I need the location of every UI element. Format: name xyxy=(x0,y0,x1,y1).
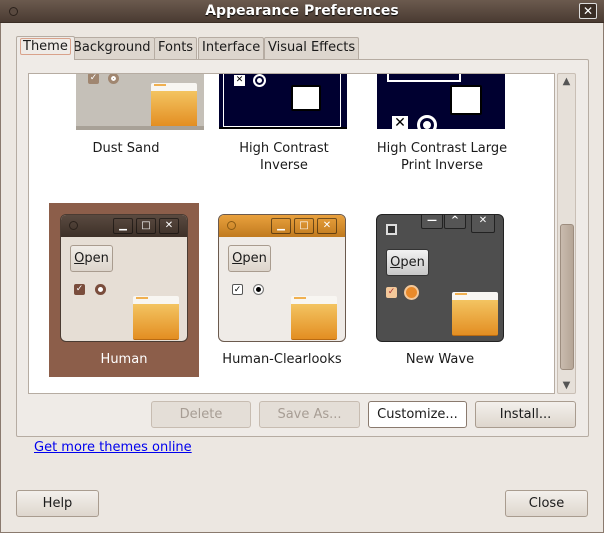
close-icon: ✕ xyxy=(471,215,495,233)
preview-titlebar: ▁ □ ✕ xyxy=(219,215,345,237)
theme-preview: — ^ ✕ Open ✓ xyxy=(376,214,504,342)
theme-item-dust-sand[interactable]: ✓ Dust Sand xyxy=(51,73,204,174)
theme-list-scrollbar[interactable]: ▲ ▼ xyxy=(557,73,576,394)
more-themes-link[interactable]: Get more themes online xyxy=(34,440,192,455)
radio-icon xyxy=(108,74,119,84)
scroll-down-icon[interactable]: ▼ xyxy=(558,380,575,391)
folder-icon xyxy=(151,83,197,126)
theme-name: Dust Sand xyxy=(92,141,160,156)
theme-preview: ✕ xyxy=(219,74,347,129)
window-menu-icon xyxy=(386,224,397,235)
minimize-icon: ▁ xyxy=(271,218,291,234)
radio-icon xyxy=(253,74,266,87)
tab-theme[interactable]: Theme xyxy=(16,36,75,60)
theme-item-human[interactable]: ▁ □ ✕ Open ✓ Human xyxy=(49,203,199,377)
theme-item-high-contrast-large-print-inverse[interactable]: ✕ High Contrast Large Print Inverse xyxy=(367,74,517,174)
minimize-icon: ▁ xyxy=(113,218,133,234)
tab-visual-effects[interactable]: Visual Effects xyxy=(264,37,360,59)
radio-icon xyxy=(95,284,106,295)
folder-icon xyxy=(133,296,179,340)
checkbox-icon: ✓ xyxy=(74,284,85,295)
theme-item-high-contrast-inverse[interactable]: ✕ High Contrast Inverse xyxy=(209,74,359,174)
open-mnemonic: O xyxy=(390,255,401,270)
preview-titlebar: ▁ □ ✕ xyxy=(61,215,187,237)
folder-icon xyxy=(291,296,337,340)
theme-name: High Contrast Large Print Inverse xyxy=(376,141,508,173)
open-label: Open xyxy=(232,251,267,266)
checkbox-icon: ✕ xyxy=(392,116,408,129)
title-bar: Appearance Preferences ✕ xyxy=(0,0,604,23)
delete-button[interactable]: Delete xyxy=(151,401,251,428)
preview-open-button: Open xyxy=(228,245,271,272)
radio-icon xyxy=(417,115,437,129)
tab-interface[interactable]: Interface xyxy=(198,37,265,59)
theme-list[interactable]: ✓ Dust Sand ✕ High Contrast Inverse ✕ Hig… xyxy=(28,73,555,394)
close-icon: ✕ xyxy=(317,218,337,234)
checkbox-icon: ✕ xyxy=(234,75,245,86)
theme-preview: ✕ xyxy=(377,74,505,129)
folder-icon xyxy=(452,292,498,336)
window-menu-icon xyxy=(227,221,236,230)
theme-preview: ✓ xyxy=(76,73,204,130)
radio-icon xyxy=(253,284,264,295)
preview-open-button xyxy=(387,74,461,82)
tab-fonts[interactable]: Fonts xyxy=(154,37,198,59)
tab-background[interactable]: Background xyxy=(69,37,155,59)
close-icon: ✕ xyxy=(159,218,179,234)
close-button[interactable]: Close xyxy=(505,490,588,517)
minimize-icon: — xyxy=(421,215,443,229)
tab-label: Theme xyxy=(20,38,71,55)
open-label: Open xyxy=(74,251,109,266)
theme-name: New Wave xyxy=(405,352,475,367)
window-title: Appearance Preferences xyxy=(205,3,399,19)
close-window-button[interactable]: ✕ xyxy=(579,3,597,19)
maximize-icon: □ xyxy=(136,218,156,234)
save-as-button[interactable]: Save As... xyxy=(259,401,360,428)
scroll-up-icon[interactable]: ▲ xyxy=(558,76,575,87)
folder-icon xyxy=(450,85,482,115)
checkbox-icon: ✓ xyxy=(88,73,99,84)
open-label-rest: pen xyxy=(400,255,425,270)
theme-name: Human xyxy=(100,352,148,367)
theme-item-new-wave[interactable]: — ^ ✕ Open ✓ New Wave xyxy=(365,203,515,377)
maximize-icon: ^ xyxy=(444,215,466,229)
preview-open-button: Open xyxy=(70,245,113,272)
window-menu-icon xyxy=(69,221,78,230)
checkbox-icon: ✓ xyxy=(386,287,397,298)
install-button[interactable]: Install... xyxy=(475,401,576,428)
theme-item-human-clearlooks[interactable]: ▁ □ ✕ Open ✓ Human-Clearlooks xyxy=(207,203,357,377)
scrollbar-thumb[interactable] xyxy=(560,224,574,370)
theme-preview: ▁ □ ✕ Open ✓ xyxy=(218,214,346,342)
maximize-icon: □ xyxy=(294,218,314,234)
theme-preview: ▁ □ ✕ Open ✓ xyxy=(60,214,188,342)
theme-name: High Contrast Inverse xyxy=(239,141,329,173)
preview-open-button: Open xyxy=(386,249,429,276)
folder-icon xyxy=(291,85,321,111)
radio-icon xyxy=(406,287,417,298)
theme-name: Human-Clearlooks xyxy=(222,352,342,367)
checkbox-icon: ✓ xyxy=(232,284,243,295)
help-button[interactable]: Help xyxy=(16,490,99,517)
customize-button[interactable]: Customize... xyxy=(368,401,467,428)
